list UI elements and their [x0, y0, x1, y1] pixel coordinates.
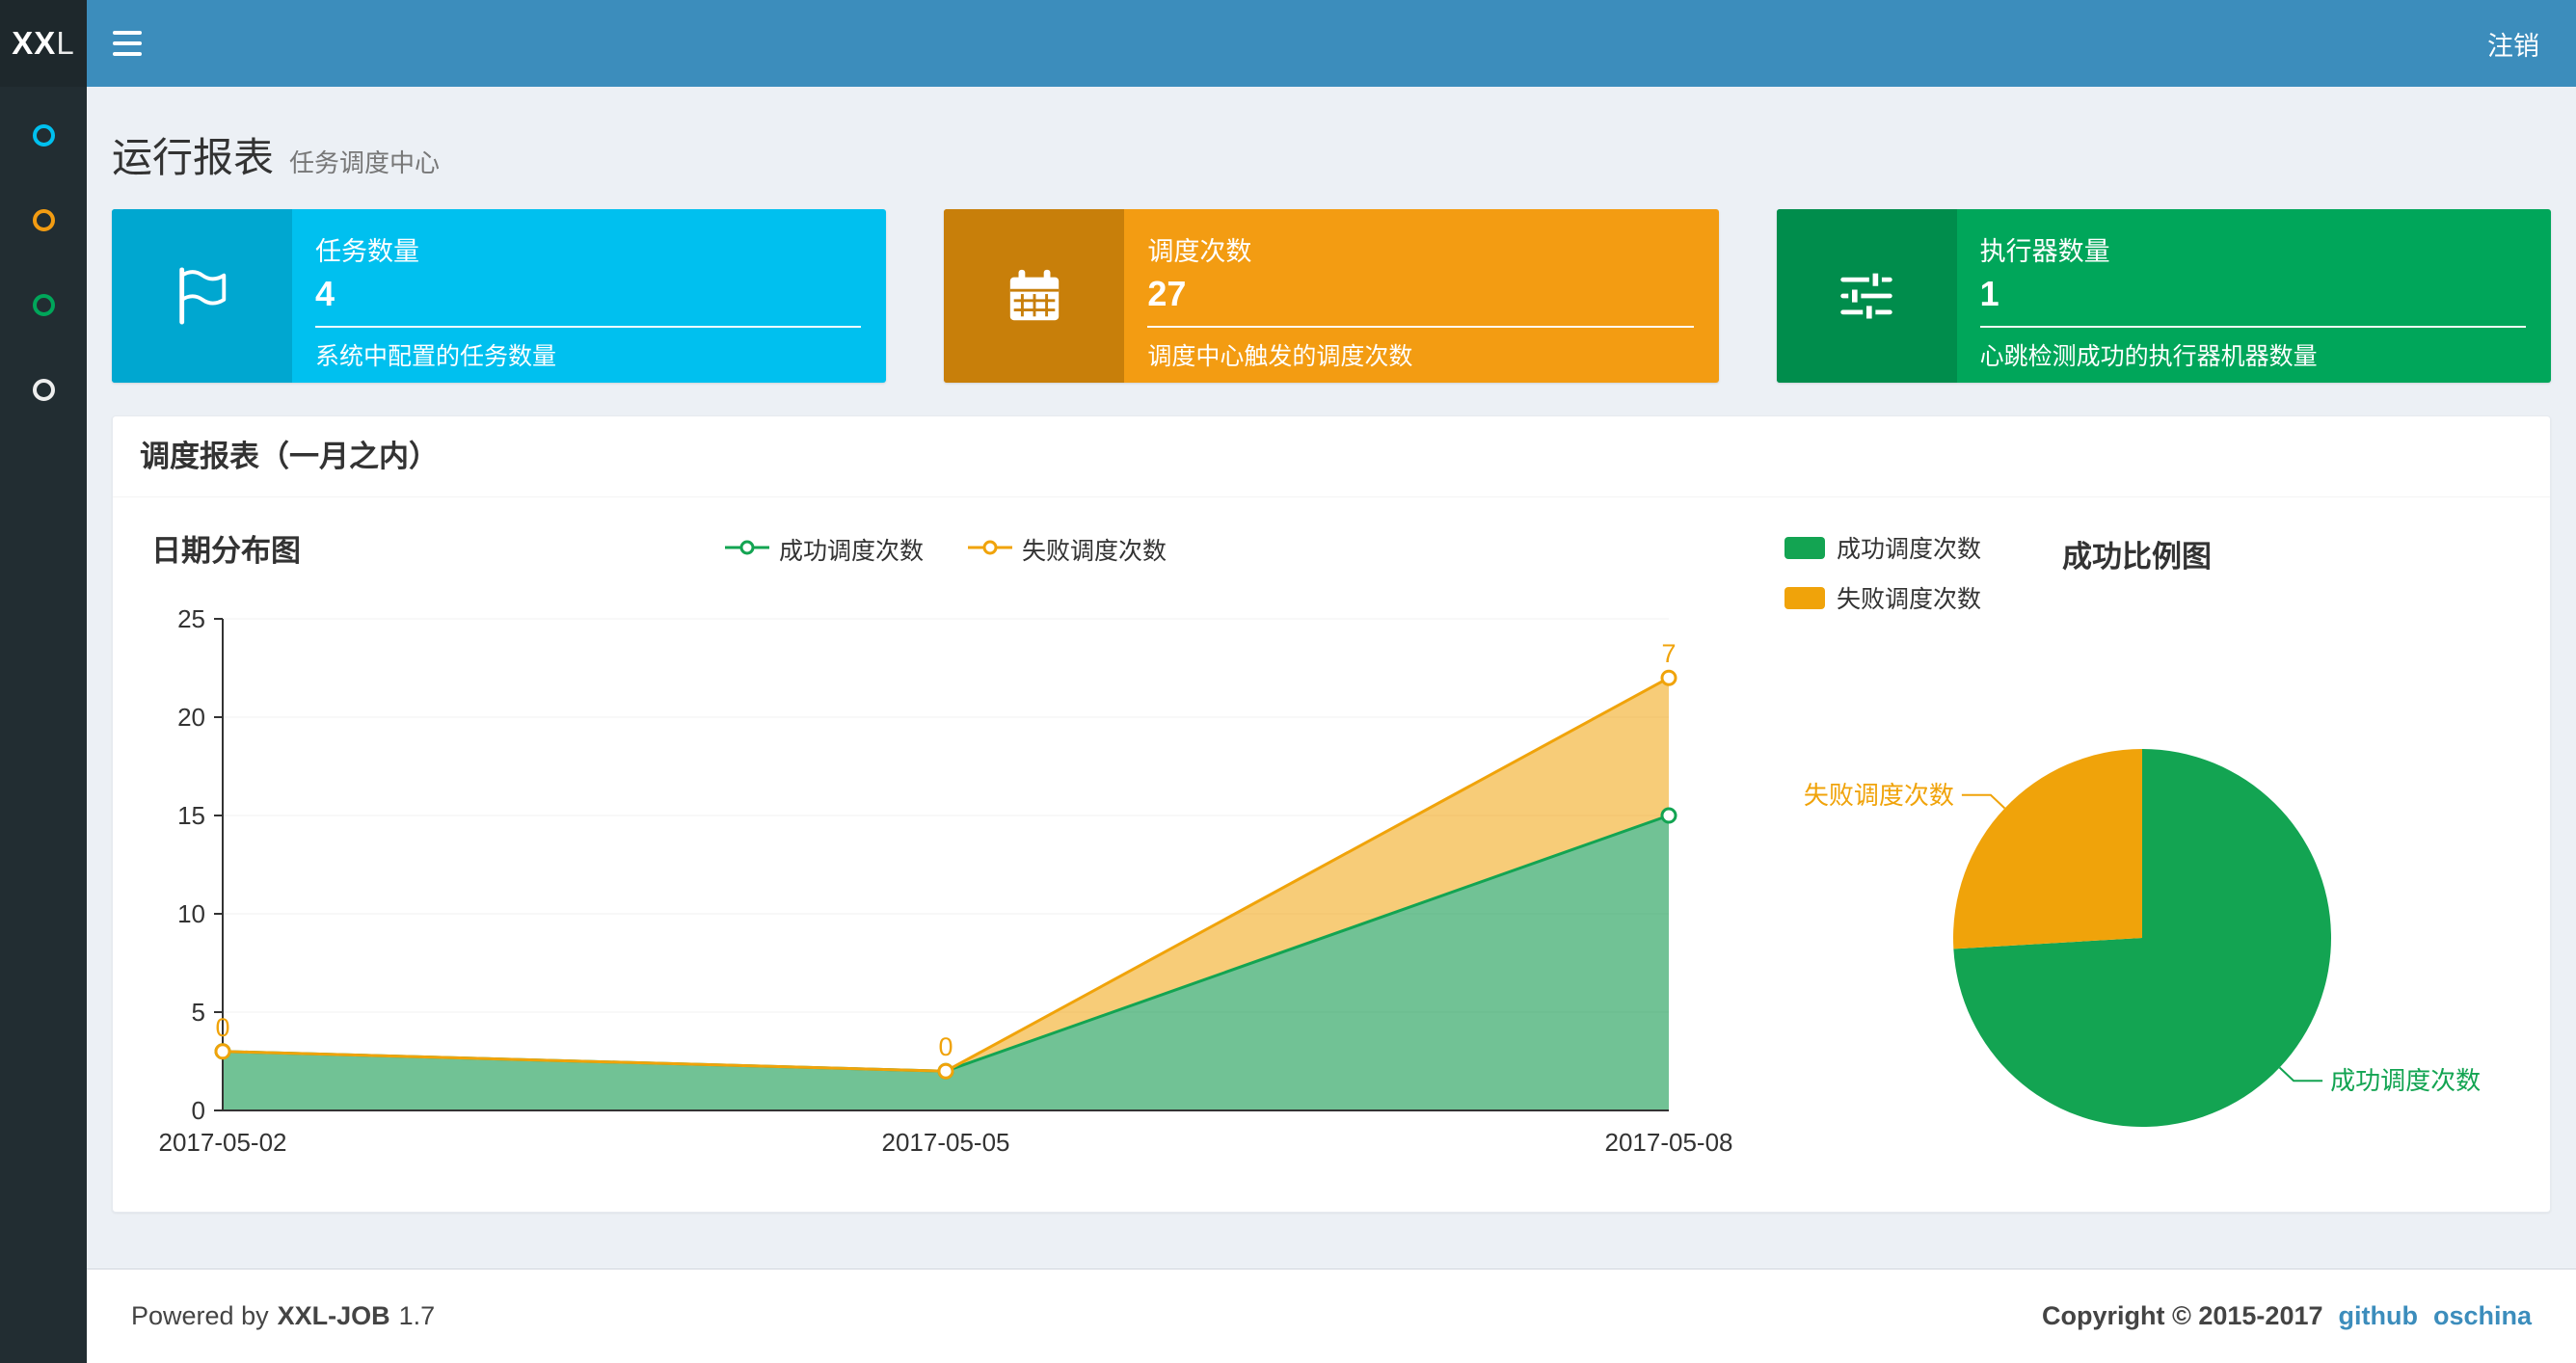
- info-box-triggers-icon-area: [944, 209, 1125, 383]
- sidebar-item-2[interactable]: [0, 177, 87, 262]
- footer: Powered by XXL-JOB 1.7 Copyright © 2015-20…: [87, 1269, 2576, 1363]
- info-box-desc: 心跳检测成功的执行器机器数量: [1979, 343, 2318, 370]
- line-chart-svg: 05101520252017-05-02 2017-05-05 2017-05-08…: [159, 604, 1733, 1157]
- content-wrapper: 运行报表 任务调度中心 任务数量 4 系统中配置的任务数量 调度次数 27 调度…: [87, 87, 2576, 1269]
- pie-chart-head: 成功调度次数 失败调度次数 成功比例图: [1784, 522, 2517, 615]
- flag-icon: [178, 267, 226, 325]
- line-chart-head: 日期分布图 成功调度次数 失败调度次数: [146, 522, 1746, 580]
- hamburger-icon-bar: [113, 52, 142, 56]
- svg-text:7: 7: [1661, 639, 1676, 668]
- info-box-desc: 调度中心触发的调度次数: [1147, 343, 1413, 370]
- panel-header: 调度报表（一月之内）: [113, 416, 2550, 497]
- circle-icon: [32, 208, 55, 231]
- calendar-icon: [1009, 269, 1060, 321]
- date-distribution-chart: 日期分布图 成功调度次数 失败调度次数 0 5 10 15 20 25 2017…: [146, 522, 1746, 1173]
- svg-text:2017-05-08: 2017-05-08: [1605, 1128, 1733, 1157]
- hamburger-icon-bar: [113, 31, 142, 35]
- divider: [315, 326, 862, 328]
- svg-text:成功调度次数: 成功调度次数: [2330, 1066, 2481, 1095]
- product-name: XXL-JOB: [277, 1301, 390, 1330]
- legend-label: 成功调度次数: [778, 538, 924, 565]
- info-box-executors: 执行器数量 1 心跳检测成功的执行器机器数量: [1776, 209, 2551, 383]
- svg-text:0: 0: [938, 1032, 953, 1061]
- circle-icon: [32, 378, 55, 401]
- info-box-value: 4: [315, 274, 335, 313]
- sidebar-item-3[interactable]: [0, 262, 87, 347]
- divider: [1979, 326, 2526, 328]
- legend-item-success[interactable]: 成功调度次数: [1784, 530, 1981, 565]
- top-navbar: XX L 注销: [0, 0, 2576, 87]
- svg-text:10: 10: [177, 899, 205, 928]
- page-title: 运行报表: [112, 135, 275, 180]
- line-marker-icon: [724, 540, 769, 560]
- sidebar-item-1[interactable]: [0, 93, 87, 177]
- info-box-triggers-text: 调度次数 27 调度中心触发的调度次数: [1124, 209, 1718, 383]
- product-version: 1.7: [398, 1301, 436, 1330]
- sidebar: [0, 87, 87, 1363]
- info-box-executors-icon-area: [1776, 209, 1957, 383]
- legend-label: 失败调度次数: [1022, 538, 1167, 565]
- line-marker-icon: [968, 540, 1012, 560]
- powered-by: Powered by XXL-JOB 1.7: [131, 1301, 443, 1331]
- info-box-jobs: 任务数量 4 系统中配置的任务数量: [112, 209, 887, 383]
- powered-prefix: Powered by: [131, 1301, 269, 1330]
- page-subtitle: 任务调度中心: [289, 148, 441, 177]
- content-header: 运行报表 任务调度中心: [87, 87, 2576, 209]
- logout-link[interactable]: 注销: [2451, 0, 2576, 87]
- svg-text:25: 25: [177, 604, 205, 633]
- info-box-title: 执行器数量: [1979, 237, 2110, 266]
- info-box-value: 27: [1147, 274, 1187, 313]
- footer-right: Copyright © 2015-2017 github oschina: [2042, 1301, 2532, 1331]
- legend-item-success[interactable]: 成功调度次数: [724, 532, 924, 567]
- report-panel: 调度报表（一月之内） 日期分布图 成功调度次数 失败调度次数 0 5 10 15…: [112, 415, 2551, 1213]
- pie-chart-title: 成功比例图: [2062, 540, 2213, 574]
- sidebar-item-4[interactable]: [0, 347, 87, 432]
- svg-text:2017-05-02: 2017-05-02: [159, 1128, 287, 1157]
- sidebar-toggle-button[interactable]: [87, 0, 168, 87]
- info-box-triggers: 调度次数 27 调度中心触发的调度次数: [944, 209, 1719, 383]
- copyright-text: Copyright © 2015-2017: [2041, 1301, 2323, 1330]
- svg-text:0: 0: [192, 1096, 205, 1125]
- svg-text:20: 20: [177, 703, 205, 732]
- info-box-row: 任务数量 4 系统中配置的任务数量 调度次数 27 调度中心触发的调度次数 执行…: [87, 209, 2576, 383]
- hamburger-icon-bar: [113, 41, 142, 45]
- circle-icon: [32, 293, 55, 316]
- svg-text:失败调度次数: 失败调度次数: [1804, 781, 1954, 810]
- app-logo-rest: L: [56, 25, 75, 61]
- github-link[interactable]: github: [2339, 1301, 2418, 1331]
- app-logo[interactable]: XX L: [0, 0, 87, 87]
- pie-chart-svg: 成功调度次数 失败调度次数: [1804, 749, 2481, 1127]
- legend-swatch-icon: [1784, 536, 1825, 559]
- info-box-desc: 系统中配置的任务数量: [315, 343, 557, 370]
- circle-icon: [32, 123, 55, 147]
- info-box-jobs-text: 任务数量 4 系统中配置的任务数量: [292, 209, 886, 383]
- oschina-link[interactable]: oschina: [2433, 1301, 2532, 1331]
- legend-label: 成功调度次数: [1837, 536, 1982, 563]
- svg-text:5: 5: [192, 998, 205, 1027]
- app-logo-bold: XX: [12, 25, 57, 61]
- legend-swatch-icon: [1784, 586, 1825, 609]
- pie-chart-legend: 成功调度次数 失败调度次数: [1784, 530, 1981, 615]
- info-box-title: 调度次数: [1147, 237, 1252, 266]
- sliders-icon: [1840, 269, 1892, 323]
- svg-text:2017-05-05: 2017-05-05: [882, 1128, 1010, 1157]
- svg-text:15: 15: [177, 801, 205, 830]
- legend-item-fail[interactable]: 失败调度次数: [1784, 580, 1981, 615]
- success-ratio-chart: 成功调度次数 失败调度次数 成功比例图 成功调度次数 失败调度次数: [1746, 522, 2517, 1173]
- info-box-jobs-icon-area: [112, 209, 292, 383]
- legend-item-fail[interactable]: 失败调度次数: [968, 532, 1167, 567]
- info-box-title: 任务数量: [315, 237, 419, 266]
- info-box-executors-text: 执行器数量 1 心跳检测成功的执行器机器数量: [1957, 209, 2551, 383]
- divider: [1147, 326, 1694, 328]
- info-box-value: 1: [1979, 274, 1999, 313]
- legend-label: 失败调度次数: [1837, 586, 1982, 613]
- svg-text:0: 0: [215, 1013, 229, 1042]
- panel-title: 调度报表（一月之内）: [140, 440, 439, 473]
- line-chart-legend: 成功调度次数 失败调度次数: [146, 532, 1746, 567]
- panel-body: 日期分布图 成功调度次数 失败调度次数 0 5 10 15 20 25 2017…: [113, 497, 2550, 1212]
